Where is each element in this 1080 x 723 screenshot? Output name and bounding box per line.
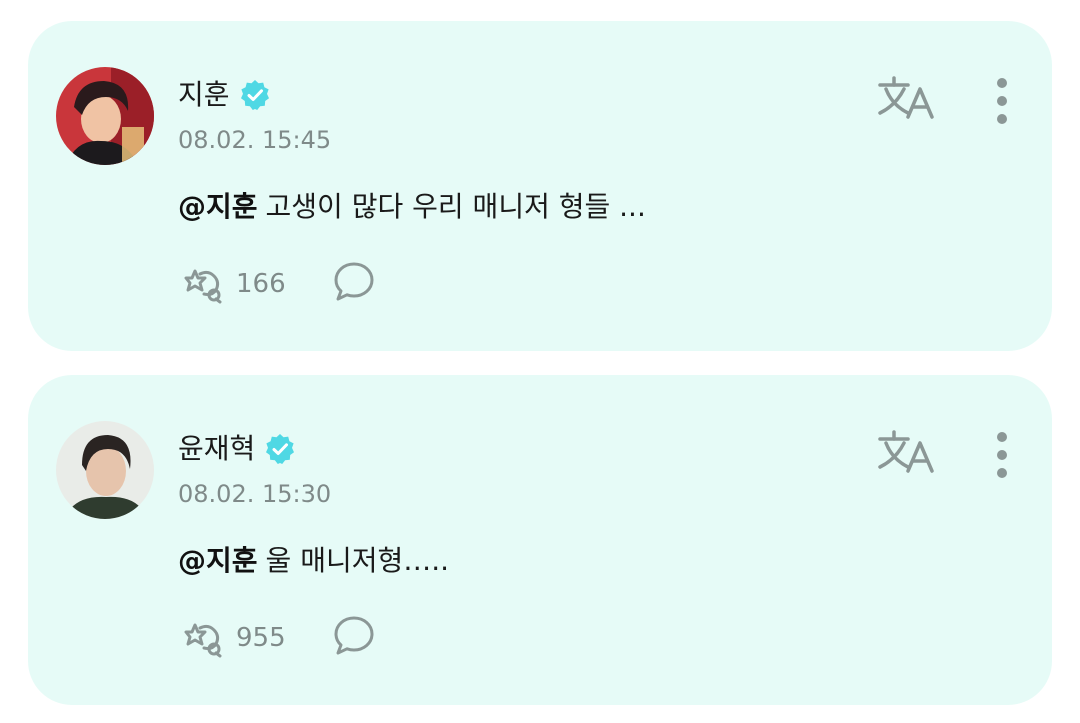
mention-link[interactable]: @지훈 [178,190,258,223]
post-timestamp: 08.02. 15:45 [178,126,332,154]
translate-icon [876,76,936,125]
sparkle-hand-icon [178,260,226,308]
post-actions: 166 [178,261,376,307]
post-timestamp: 08.02. 15:30 [178,480,332,508]
author-row: 윤재혁 [178,429,297,469]
translate-button[interactable] [876,75,936,121]
like-count: 166 [236,269,286,299]
verified-check-icon [238,78,272,112]
comment-bubble-icon [332,614,376,662]
avatar[interactable] [56,67,154,165]
like-count: 955 [236,623,286,653]
translate-button[interactable] [876,429,936,475]
translate-icon [876,430,936,479]
like-button[interactable]: 166 [178,260,286,308]
comment-button[interactable] [332,260,376,308]
more-vertical-icon [990,432,1014,483]
comment-bubble-icon [332,260,376,308]
more-options-button[interactable] [990,431,1014,479]
post-card[interactable]: 지훈 08.02. 15:45 @지훈고생이 많다 우리 매니저 형들 ... [28,21,1052,351]
sparkle-hand-icon [178,614,226,662]
post-body: 고생이 많다 우리 매니저 형들 ... [265,190,646,223]
comment-button[interactable] [332,614,376,662]
verified-check-icon [263,432,297,466]
author-name[interactable]: 지훈 [178,75,230,115]
more-vertical-icon [990,78,1014,129]
author-row: 지훈 [178,75,272,115]
like-button[interactable]: 955 [178,614,286,662]
post-text: @지훈 울 매니저형….. [178,541,449,581]
mention-link[interactable]: @지훈 [178,544,258,577]
more-options-button[interactable] [990,77,1014,125]
post-feed: 지훈 08.02. 15:45 @지훈고생이 많다 우리 매니저 형들 ... [0,0,1080,723]
post-body: 울 매니저형….. [265,544,450,577]
post-text: @지훈 고생이 많다 우리 매니저 형들 ... [178,187,646,227]
avatar[interactable] [56,421,154,519]
post-card[interactable]: 윤재혁 08.02. 15:30 @지훈 울 매니저형….. 955 [28,375,1052,705]
post-actions: 955 [178,615,376,661]
author-name[interactable]: 윤재혁 [178,429,255,469]
